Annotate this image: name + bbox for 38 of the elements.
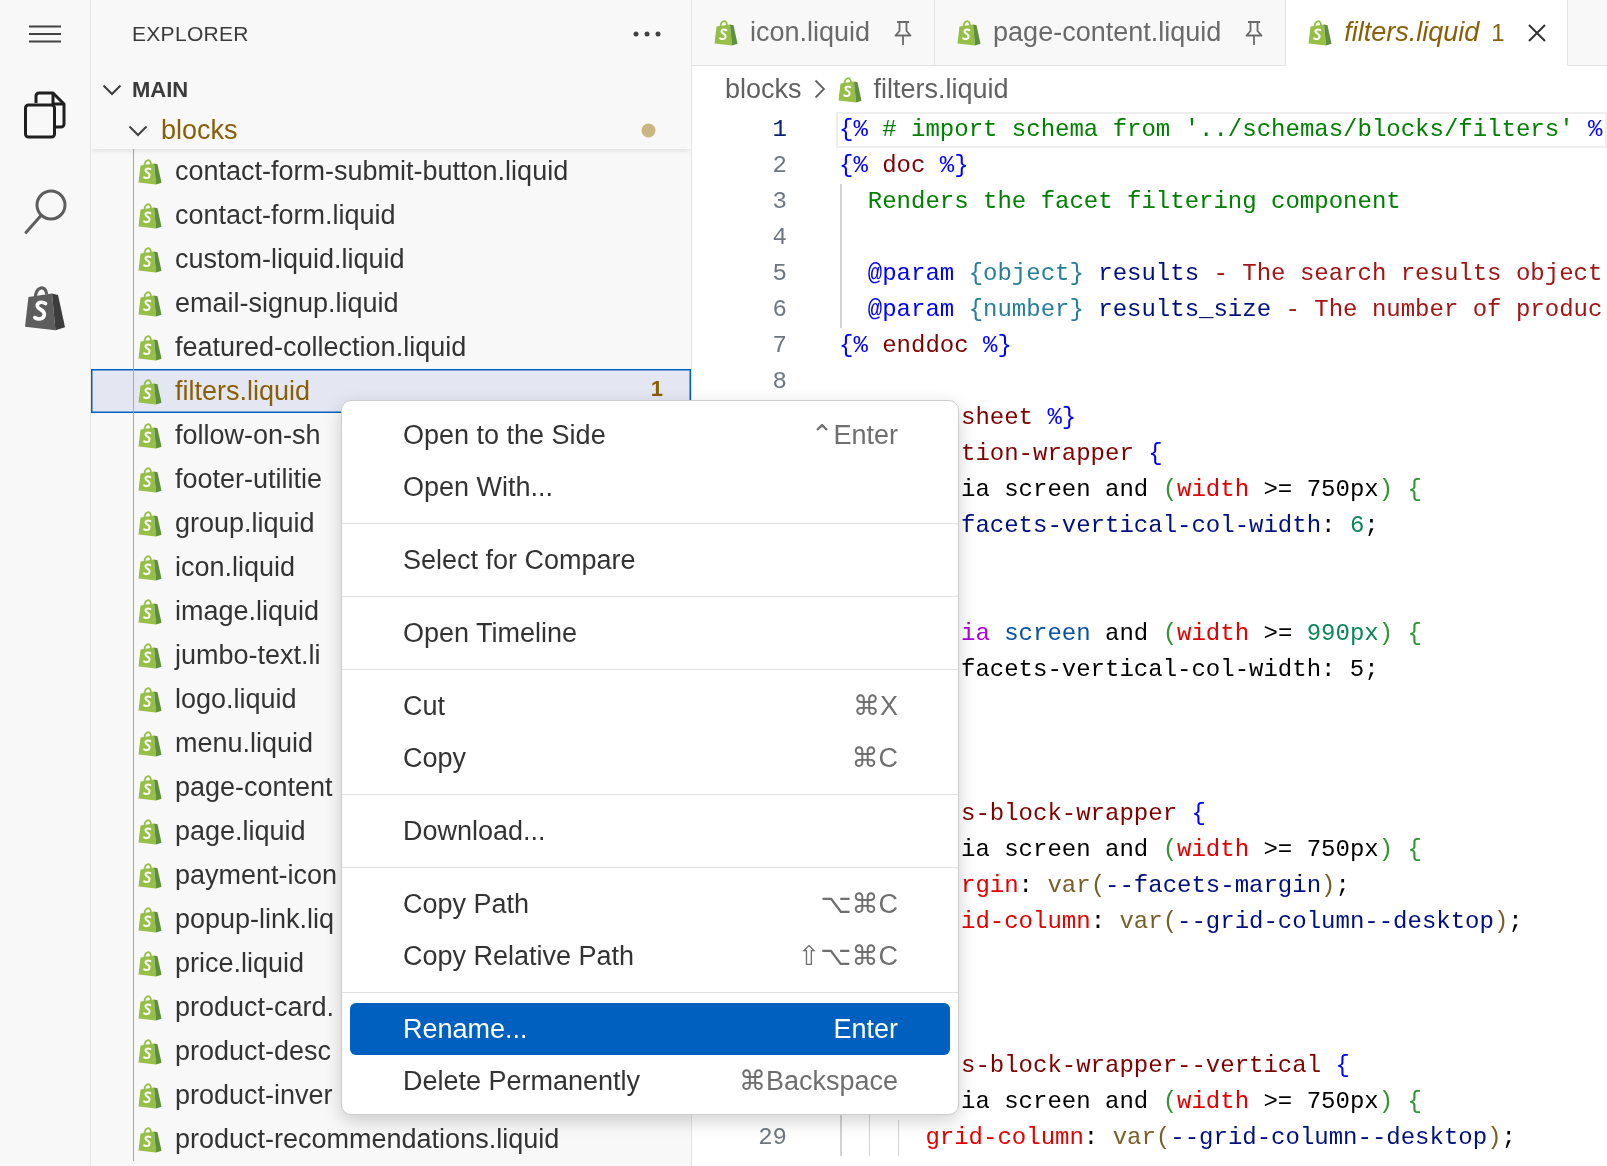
keyboard-shortcut: ⌘X [853, 690, 898, 722]
line-number: 5 [772, 260, 787, 287]
line-number: 4 [772, 224, 787, 251]
code-line: ia screen and (width >= 750px) { [961, 1087, 1422, 1117]
code-line: Renders the facet filtering component [867, 187, 1401, 217]
code-line: rgin: var(--facets-margin); [961, 871, 1350, 901]
code-line: tion-wrapper { [961, 439, 1163, 469]
code-line: facets-vertical-col-width: 5; [961, 655, 1379, 685]
code-line: s-block-wrapper--vertical { [961, 1051, 1350, 1081]
code-line: @param {object} results - The search results object [867, 259, 1603, 289]
problem-count: 1 [650, 378, 663, 400]
code-line: id-column: var(--grid-column--desktop); [961, 907, 1523, 937]
code-line: sheet %} [961, 403, 1077, 433]
code-line: {% enddoc %} [839, 331, 1012, 361]
line-number: 3 [772, 188, 787, 215]
code-line: facets-vertical-col-width: 6; [961, 511, 1379, 541]
code-line: @param {number} results_size - The number of produc [867, 295, 1603, 325]
keyboard-shortcut: ⌘C [851, 742, 898, 774]
code-line: ia screen and (width >= 750px) { [961, 475, 1422, 505]
keyboard-shortcut: ⌥⌘C [820, 888, 898, 920]
problem-count: 1 [1491, 18, 1505, 47]
sidebar-title: EXPLORER [132, 22, 249, 46]
code-line: s-block-wrapper { [961, 799, 1206, 829]
line-number: 6 [772, 296, 787, 323]
line-number: 2 [772, 152, 787, 179]
code-line: ia screen and (width >= 990px) { [961, 619, 1422, 649]
code-line: grid-column: var(--grid-column--desktop); [925, 1123, 1516, 1153]
keyboard-shortcut: ⌘Backspace [738, 1065, 898, 1097]
code-line: ia screen and (width >= 750px) { [961, 835, 1422, 865]
code-line: {% doc %} [839, 151, 969, 181]
line-number: 29 [758, 1124, 787, 1151]
line-number: 1 [772, 116, 787, 143]
keyboard-shortcut: ⌃Enter [810, 419, 898, 451]
line-number: 7 [772, 332, 787, 359]
keyboard-shortcut: Enter [833, 1013, 898, 1045]
line-number: 8 [772, 368, 787, 395]
keyboard-shortcut: ⇧⌥⌘C [797, 940, 898, 972]
code-line: {% # import schema from '../schemas/blocks/filters' % [839, 115, 1603, 145]
